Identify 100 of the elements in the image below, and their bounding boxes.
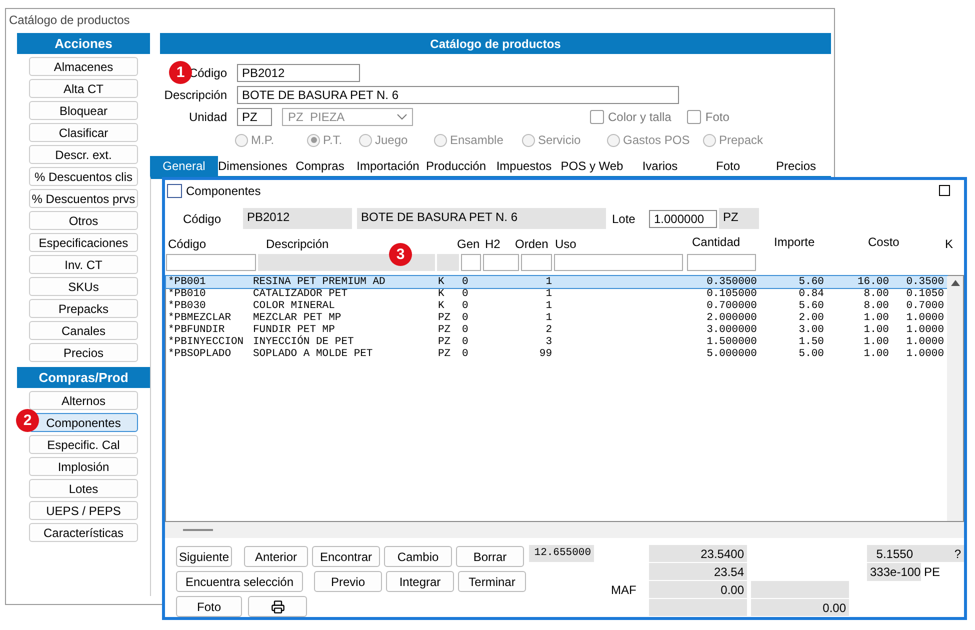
filter-field[interactable] xyxy=(521,254,552,272)
sidebar-button[interactable]: Alternos xyxy=(29,391,138,410)
maximize-icon[interactable] xyxy=(939,185,950,196)
table-cell-text: 5.60 xyxy=(798,300,824,312)
table-cell-text: *PBFUNDIR xyxy=(168,324,225,336)
checkbox[interactable] xyxy=(687,110,702,124)
table-row[interactable]: *PB001 RESINA PET PREMIUM AD K 0 1 0.350000 5.60 16.00 0.3500 xyxy=(166,276,947,288)
tab[interactable]: Impuestos xyxy=(490,156,558,176)
table-row[interactable]: *PB010 CATALIZADOR PET K 0 1 0.105000 0.84 8.00 0.1050 xyxy=(166,288,947,300)
checkbox-label: Foto xyxy=(705,110,730,124)
total-field: 0.00 xyxy=(649,581,747,600)
sidebar-button[interactable]: Lotes xyxy=(29,479,138,498)
action-button[interactable]: Anterior xyxy=(244,546,308,568)
table-cell-text: 0 xyxy=(462,348,470,360)
table-cell-text: 1.00 xyxy=(862,336,889,348)
table-row[interactable]: *PBFUNDIR FUNDIR PET MP PZ 0 2 3.000000 3.00 1.00 1.0000 xyxy=(166,324,947,336)
lot-field[interactable]: 1.000000 xyxy=(649,210,717,228)
action-button[interactable]: Cambio xyxy=(384,546,452,568)
column-header: Importe xyxy=(774,234,816,248)
filter-field[interactable] xyxy=(483,254,519,272)
sidebar-button[interactable]: Precios xyxy=(29,343,138,362)
table-cell-text: 0 xyxy=(462,336,470,348)
sidebar-button[interactable]: Canales xyxy=(29,321,138,340)
scrollbar[interactable] xyxy=(165,522,964,538)
radio-label: Juego xyxy=(375,133,408,147)
description-field[interactable]: BOTE DE BASURA PET N. 6 xyxy=(237,86,679,104)
checkbox-label: Color y talla xyxy=(608,110,672,124)
table-cell-text: *PBMEZCLAR xyxy=(168,312,232,324)
table-cell-text: 0.1050 xyxy=(905,288,944,300)
table-cell-text: 3.000000 xyxy=(706,324,757,336)
table-cell-text: RESINA PET PREMIUM AD xyxy=(253,276,386,288)
action-button[interactable]: Previo xyxy=(314,571,382,592)
table-row[interactable]: *PBINYECCION INYECCIÓN DE PET PZ 0 3 1.500000 1.50 1.00 1.0000 xyxy=(166,336,947,348)
sidebar-button[interactable]: UEPS / PEPS xyxy=(29,501,138,520)
action-button[interactable]: Integrar xyxy=(386,571,454,592)
checkbox[interactable] xyxy=(590,110,604,124)
tab[interactable]: Ivarios xyxy=(626,156,694,176)
section-header: Compras/Prod xyxy=(17,367,150,388)
sidebar-button[interactable]: Especificaciones xyxy=(29,233,138,252)
filter-field[interactable] xyxy=(461,254,481,272)
action-button[interactable]: Foto xyxy=(176,596,242,617)
code-field[interactable]: PB2012 xyxy=(237,64,360,82)
sidebar-button[interactable]: Prepacks xyxy=(29,299,138,318)
filter-field[interactable] xyxy=(166,254,256,272)
column-header: Orden xyxy=(515,236,550,250)
tab[interactable]: Compras xyxy=(286,156,354,176)
tab[interactable]: Dimensiones xyxy=(218,156,286,176)
action-button[interactable]: Encuentra selección xyxy=(176,571,303,592)
table-cell-text: 0.105000 xyxy=(706,288,757,300)
sidebar-button[interactable]: Especific. Cal xyxy=(29,435,138,454)
unit-field[interactable]: PZ xyxy=(237,108,272,126)
tab[interactable]: POS y Web xyxy=(558,156,626,176)
table-row[interactable]: *PBSOPLADO SOPLADO A MOLDE PET PZ 0 99 5.000000 5.00 1.00 1.0000 xyxy=(166,348,947,360)
table-row[interactable]: *PBMEZCLAR MEZCLAR PET MP PZ 0 1 2.000000 2.00 1.00 1.0000 xyxy=(166,312,947,324)
filter-field xyxy=(437,254,459,272)
sidebar-button[interactable]: Clasificar xyxy=(29,123,138,142)
sidebar-button[interactable]: Alta CT xyxy=(29,79,138,98)
sidebar-button[interactable]: Bloquear xyxy=(29,101,138,120)
total-field: 5.1550 xyxy=(867,545,916,564)
tab[interactable]: Foto xyxy=(694,156,762,176)
action-button[interactable]: Siguiente xyxy=(176,546,232,568)
tab[interactable]: Precios xyxy=(762,156,830,176)
sidebar-button[interactable]: Descr. ext. xyxy=(29,145,138,164)
sidebar-button[interactable]: Almacenes xyxy=(29,57,138,76)
tab[interactable]: Producción xyxy=(422,156,490,176)
action-button[interactable]: Terminar xyxy=(458,571,526,592)
action-button[interactable]: Encontrar xyxy=(312,546,380,568)
radio-label: M.P. xyxy=(251,133,274,147)
scroll-up-icon[interactable] xyxy=(950,280,960,286)
table-cell-text: INYECCIÓN DE PET xyxy=(253,336,355,348)
table-row[interactable]: *PB030 COLOR MINERAL K 0 1 0.700000 5.60 8.00 0.7000 xyxy=(166,300,947,312)
sidebar-button[interactable]: % Descuentos prvs xyxy=(29,189,138,208)
sidebar-button[interactable]: % Descuentos clis xyxy=(29,167,138,186)
table-cell-text: 0.350000 xyxy=(706,276,757,288)
sidebar-button[interactable]: Implosión xyxy=(29,457,138,476)
tab[interactable]: General xyxy=(150,156,218,176)
tab[interactable]: Importación xyxy=(354,156,422,176)
field-label: Lote xyxy=(612,212,636,226)
sidebar-button[interactable]: SKUs xyxy=(29,277,138,296)
unit-select[interactable]: PZ PIEZA xyxy=(282,108,413,126)
table-cell-text: 1.0000 xyxy=(905,312,944,324)
chevron-down-icon[interactable] xyxy=(397,114,407,120)
column-header: Costo xyxy=(868,234,900,248)
filter-field[interactable] xyxy=(687,254,756,272)
sidebar-button[interactable]: Inv. CT xyxy=(29,255,138,274)
table-cell-text: *PB010 xyxy=(168,288,207,300)
sidebar-button[interactable]: Otros xyxy=(29,211,138,230)
scrollbar[interactable] xyxy=(947,276,963,522)
table-cell-text: 3.00 xyxy=(798,324,824,336)
sidebar-button[interactable]: Características xyxy=(29,523,138,542)
table-cell-text: K xyxy=(438,276,446,288)
table-cell-text: 0 xyxy=(462,300,470,312)
filter-field[interactable] xyxy=(554,254,683,272)
table-cell-text: 3 xyxy=(544,336,552,348)
table-cell-text: 1 xyxy=(544,300,552,312)
table-cell-text: 2 xyxy=(544,324,552,336)
table-cell-text: 8.00 xyxy=(862,300,889,312)
table-cell-text: 0.84 xyxy=(798,288,824,300)
print-button[interactable] xyxy=(248,596,307,617)
action-button[interactable]: Borrar xyxy=(456,546,524,568)
